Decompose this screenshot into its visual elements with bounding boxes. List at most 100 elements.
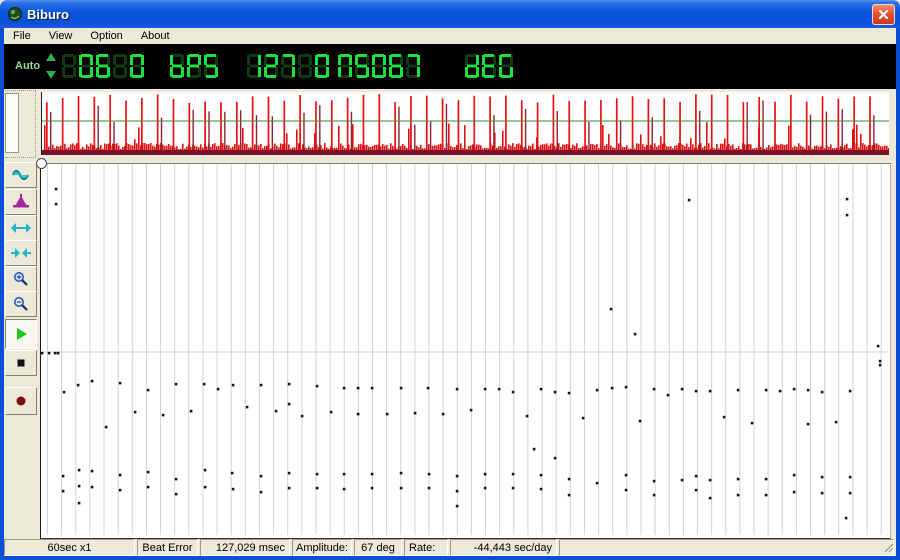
beat-dot [231, 487, 235, 491]
beat-dot [595, 388, 599, 392]
beat-dot [845, 197, 849, 201]
record-icon [16, 396, 26, 406]
status-rate-label: Rate: [404, 539, 448, 556]
beat-dot [287, 471, 291, 475]
waveform-display [41, 92, 890, 155]
beat-dot [694, 474, 698, 478]
beat-dot [539, 473, 543, 477]
status-bar: 60sec x1 Beat Error 127,029 msec Amplitude:… [4, 539, 896, 556]
zoom-in-button[interactable] [5, 266, 37, 292]
waveform-view-button[interactable] [5, 162, 37, 188]
beat-dot [652, 479, 656, 483]
beat-dot [203, 468, 207, 472]
beat-dot [633, 332, 637, 336]
peak-icon [13, 194, 29, 208]
beat-dot [54, 187, 58, 191]
beat-dot [455, 489, 459, 493]
beat-dot [736, 477, 740, 481]
beat-dot [764, 493, 768, 497]
zoomout-icon [14, 297, 28, 311]
beat-dot [342, 386, 346, 390]
beat-dot [76, 383, 80, 387]
gain-slider[interactable] [5, 93, 28, 220]
resize-grip-icon[interactable] [882, 541, 895, 554]
beat-dot [189, 409, 193, 413]
beat-dot [595, 481, 599, 485]
stop-icon [17, 359, 25, 367]
close-button[interactable] [872, 4, 895, 25]
beat-plot [36, 158, 891, 540]
beat-dot [40, 351, 44, 355]
status-amplitude-value: 67 deg [354, 539, 402, 556]
beat-dot [61, 489, 65, 493]
beat-dot [399, 386, 403, 390]
play-button[interactable] [5, 319, 37, 349]
beat-dot [652, 387, 656, 391]
beat-dot [77, 468, 81, 472]
beat-dot [567, 477, 571, 481]
beat-dot [792, 473, 796, 477]
beat-dot [511, 472, 515, 476]
beat-dot [427, 472, 431, 476]
zoom-out-button[interactable] [5, 291, 37, 317]
beat-dot [56, 351, 60, 355]
expand-horizontal-button[interactable] [5, 215, 37, 241]
beat-dot [287, 486, 291, 490]
beat-dot [259, 474, 263, 478]
plot-origin-marker[interactable] [36, 158, 47, 169]
compress-horizontal-button[interactable] [5, 240, 37, 266]
beat-dot [455, 504, 459, 508]
beat-dot [426, 386, 430, 390]
beat-dot [708, 478, 712, 482]
beat-dot [680, 478, 684, 482]
beat-dot [624, 385, 628, 389]
beat-dot [455, 387, 459, 391]
menu-item-option[interactable]: Option [81, 29, 131, 43]
menu-item-file[interactable]: File [4, 29, 40, 43]
hcompress-icon [11, 248, 31, 258]
beat-dot [399, 486, 403, 490]
window-left-border [0, 28, 4, 556]
beat-dot [567, 493, 571, 497]
menu-item-about[interactable]: About [132, 29, 179, 43]
beat-dot [469, 408, 473, 412]
led-panel: Auto [4, 44, 896, 89]
beat-dot [525, 414, 529, 418]
beat-dot [722, 415, 726, 419]
beat-dot [736, 388, 740, 392]
beat-dot [231, 383, 235, 387]
beat-dot [455, 474, 459, 478]
beat-dot [315, 384, 319, 388]
beat-dot [161, 413, 165, 417]
beat-dot [90, 469, 94, 473]
peak-view-button[interactable] [5, 189, 37, 215]
beat-dot [90, 379, 94, 383]
beat-dot [287, 382, 291, 386]
beat-dot [427, 486, 431, 490]
beat-dot [848, 389, 852, 393]
beat-dot [511, 486, 515, 490]
beat-dot [666, 393, 670, 397]
beat-dot [878, 359, 882, 363]
beat-dot [259, 490, 263, 494]
beat-dot [680, 387, 684, 391]
stop-button[interactable] [5, 350, 37, 376]
beat-dot [356, 412, 360, 416]
beat-dot [483, 486, 487, 490]
menu-item-view[interactable]: View [40, 29, 82, 43]
beat-dot [216, 387, 220, 391]
beat-dot [511, 390, 515, 394]
window-bottom-border [0, 556, 900, 560]
beat-dot [370, 386, 374, 390]
status-amplitude-label: Amplitude: [292, 539, 352, 556]
wave-icon [11, 169, 30, 181]
beat-dot [146, 470, 150, 474]
beat-dot [532, 447, 536, 451]
play-icon [17, 328, 27, 340]
zoomin-icon [14, 272, 28, 286]
beat-dot [750, 421, 754, 425]
hexpand-icon [11, 223, 31, 233]
beat-dot [845, 213, 849, 217]
app-window: Biburo File View Option About Auto 60sec x1… [0, 0, 900, 560]
record-button[interactable] [5, 387, 37, 415]
